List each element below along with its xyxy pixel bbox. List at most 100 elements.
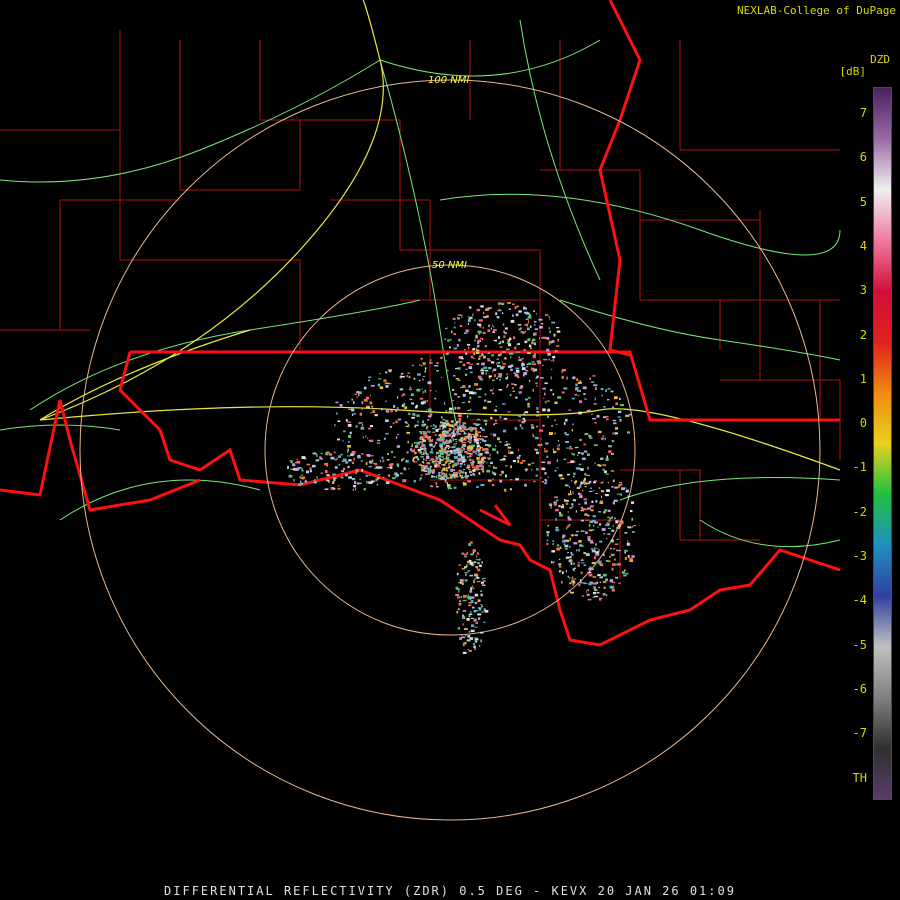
echo-pixel	[572, 583, 575, 586]
echo-pixel	[435, 483, 438, 486]
echo-pixel	[403, 467, 407, 471]
echo-pixel	[397, 418, 402, 421]
echo-pixel	[453, 427, 455, 429]
echo-pixel	[453, 445, 456, 448]
echo-pixel	[476, 566, 478, 569]
echo-pixel	[627, 526, 632, 529]
echo-pixel	[420, 474, 423, 476]
echo-pixel	[552, 540, 555, 543]
echo-pixel	[579, 438, 582, 441]
echo-pixel	[374, 464, 378, 466]
echo-pixel	[385, 382, 389, 384]
echo-pixel	[351, 450, 356, 454]
echo-pixel	[441, 472, 444, 476]
echo-pixel	[483, 316, 487, 319]
echo-pixel	[552, 358, 555, 362]
echo-pixel	[390, 426, 393, 428]
echo-pixel	[427, 419, 430, 421]
echo-pixel	[455, 412, 457, 415]
echo-pixel	[477, 396, 482, 398]
echo-pixel	[610, 547, 612, 550]
echo-pixel	[455, 367, 459, 370]
echo-pixel	[475, 433, 479, 437]
echo-pixel	[558, 558, 561, 561]
echo-pixel	[417, 420, 419, 424]
echo-pixel	[532, 388, 534, 392]
echo-pixel	[496, 450, 499, 454]
echo-pixel	[576, 378, 579, 381]
echo-pixel	[356, 396, 358, 399]
product-caption: DIFFERENTIAL REFLECTIVITY (ZDR) 0.5 DEG …	[164, 884, 736, 898]
echo-pixel	[341, 470, 345, 473]
echo-pixel	[374, 414, 378, 417]
echo-pixel	[587, 514, 590, 517]
echo-pixel	[515, 369, 520, 373]
echo-pixel	[546, 533, 549, 537]
echo-pixel	[567, 552, 569, 554]
echo-pixel	[420, 456, 424, 458]
echo-pixel	[421, 388, 423, 390]
echo-pixel	[588, 435, 591, 437]
echo-pixel	[535, 449, 538, 451]
echo-pixel	[559, 514, 563, 517]
echo-pixel	[612, 419, 617, 422]
echo-pixel	[564, 422, 566, 425]
echo-pixel	[449, 346, 451, 349]
echo-pixel	[466, 618, 470, 621]
range-ring-50	[264, 264, 636, 636]
echo-pixel	[469, 306, 472, 309]
echo-pixel	[300, 474, 304, 476]
echo-pixel	[481, 581, 484, 584]
echo-pixel	[466, 639, 471, 642]
minor-highways	[0, 19, 841, 548]
echo-pixel	[424, 370, 427, 373]
echo-pixel	[443, 434, 448, 438]
echo-pixel	[383, 437, 386, 440]
echo-pixel	[577, 452, 581, 454]
echo-pixel	[369, 401, 373, 405]
echo-pixel	[581, 562, 585, 564]
echo-pixel	[603, 593, 605, 596]
echo-pixel	[435, 459, 439, 461]
echo-pixel	[468, 543, 472, 546]
echo-pixel	[530, 325, 532, 328]
echo-pixel	[352, 455, 354, 457]
echo-pixel	[492, 448, 496, 451]
echo-pixel	[485, 422, 487, 426]
echo-pixel	[464, 642, 467, 645]
echo-pixel	[599, 502, 604, 504]
echo-pixel	[566, 376, 568, 380]
echo-pixel	[518, 455, 521, 457]
echo-pixel	[339, 404, 343, 407]
echo-pixel	[505, 441, 508, 443]
echo-pixel	[464, 445, 467, 448]
echo-pixel	[399, 388, 404, 391]
echo-pixel	[518, 449, 520, 452]
echo-pixel	[468, 650, 472, 652]
echo-pixel	[375, 478, 378, 482]
echo-pixel	[316, 454, 318, 458]
echo-pixel	[600, 437, 605, 440]
echo-pixel	[335, 401, 339, 404]
echo-pixel	[447, 486, 451, 489]
echo-pixel	[413, 377, 416, 380]
echo-pixel	[351, 408, 355, 412]
echo-pixel	[500, 302, 505, 305]
echo-pixel	[432, 461, 435, 463]
echo-pixel	[464, 556, 468, 558]
echo-pixel	[480, 593, 483, 597]
echo-pixel	[478, 344, 480, 346]
echo-pixel	[441, 416, 443, 419]
echo-pixel	[467, 649, 469, 651]
echo-pixel	[478, 431, 481, 434]
echo-pixel	[551, 368, 553, 371]
echo-pixel	[536, 410, 539, 414]
echo-pixel	[289, 460, 292, 462]
echo-pixel	[525, 318, 529, 320]
echo-pixel	[467, 464, 471, 468]
echo-pixel	[448, 428, 452, 431]
echo-pixel	[561, 580, 563, 584]
echo-pixel	[595, 561, 598, 564]
echo-pixel	[480, 426, 483, 430]
echo-pixel	[496, 362, 498, 365]
